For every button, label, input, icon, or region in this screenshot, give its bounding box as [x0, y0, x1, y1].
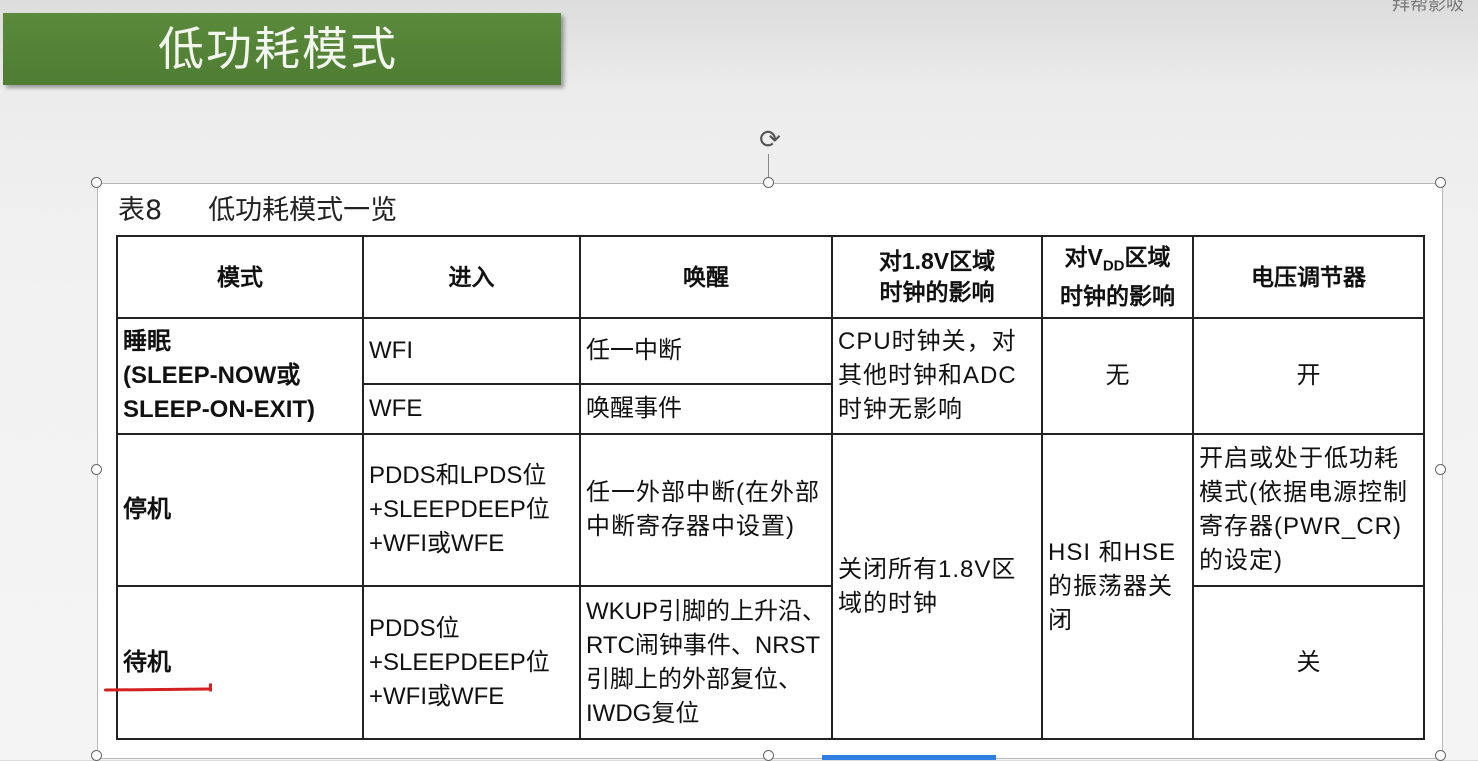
resize-handle-middle-left[interactable]	[91, 464, 102, 475]
header-vdd-line1: 对VDD区域	[1048, 242, 1187, 282]
caption-number: 表8	[118, 195, 163, 226]
sleep-mode-line3: SLEEP-ON-EXIT)	[123, 396, 316, 423]
sleep-mode-line2: (SLEEP-NOW或	[123, 362, 301, 389]
header-regulator: 电压调节器	[1192, 235, 1425, 319]
cell-stop-enter: PDDS和LPDS位+SLEEPDEEP位+WFI或WFE	[362, 433, 581, 587]
resize-handle-bottom-left[interactable]	[91, 750, 102, 761]
header-clock18-line1: 对1.8V区域	[878, 248, 996, 274]
resize-handle-top-center[interactable]	[763, 177, 774, 188]
caption-text: 低功耗模式一览	[208, 195, 398, 226]
resize-handle-bottom-right[interactable]	[1435, 750, 1446, 761]
table-row-standby: 待机 PDDS位+SLEEPDEEP位+WFI或WFE WKUP引脚的上升沿、R…	[116, 585, 1425, 740]
header-vdd-line2: 时钟的影响	[1060, 283, 1175, 310]
cell-sleep-vdd: 无	[1041, 317, 1194, 435]
cell-sleep-enter-wfi: WFI	[362, 317, 581, 385]
header-clock18: 对1.8V区域 时钟的影响	[831, 235, 1043, 319]
cell-stop-mode: 停机	[116, 433, 364, 587]
header-vdd-prefix: 对V	[1064, 243, 1103, 270]
cell-stop-standby-vdd: HSI 和HSE的振荡器关闭	[1041, 433, 1194, 740]
table-header-row: 模式 进入 唤醒 对1.8V区域 时钟的影响 对VDD区域 时钟的影响 电压调节…	[116, 235, 1425, 319]
table-row-sleep-wfi: 睡眠 (SLEEP-NOW或 SLEEP-ON-EXIT) WFI 任一中断 C…	[116, 317, 1425, 435]
cell-stop-wake: 任一外部中断(在外部中断寄存器中设置)	[579, 433, 833, 587]
header-enter: 进入	[362, 235, 581, 319]
cell-standby-wake: WKUP引脚的上升沿、RTC闹钟事件、NRST引脚上的外部复位、IWDG复位	[579, 585, 833, 740]
low-power-modes-table: 模式 进入 唤醒 对1.8V区域 时钟的影响 对VDD区域 时钟的影响 电压调节…	[116, 235, 1425, 740]
cell-standby-regulator: 关	[1192, 585, 1425, 740]
header-clock18-line2: 时钟的影响	[879, 279, 995, 305]
cell-stop-standby-clock18: 关闭所有1.8V区域的时钟	[831, 433, 1043, 740]
resize-handle-top-right[interactable]	[1435, 177, 1446, 188]
table-caption: 表8 低功耗模式一览	[118, 188, 397, 227]
table-row-stop: 停机 PDDS和LPDS位+SLEEPDEEP位+WFI或WFE 任一外部中断(…	[116, 433, 1425, 740]
cell-sleep-wake-wfi: 任一中断	[579, 317, 833, 385]
header-vdd-subscript: DD	[1102, 257, 1125, 275]
corner-text: 拜帮影吸	[1392, 0, 1464, 15]
header-vdd: 对VDD区域 时钟的影响	[1041, 235, 1194, 319]
cell-standby-mode: 待机	[116, 585, 364, 740]
cell-sleep-clock18: CPU时钟关，对其他时钟和ADC时钟无影响	[831, 317, 1043, 435]
slide-title-banner: 低功耗模式	[3, 13, 561, 85]
header-wake: 唤醒	[579, 235, 833, 319]
bottom-blue-indicator	[822, 755, 996, 760]
rotate-icon[interactable]: ⟳	[755, 125, 785, 155]
sleep-mode-line1: 睡眠	[123, 328, 171, 355]
header-vdd-suffix: 区域	[1124, 243, 1171, 270]
header-mode: 模式	[116, 235, 364, 319]
cell-stop-regulator: 开启或处于低功耗模式(依据电源控制寄存器(PWR_CR)的设定)	[1192, 433, 1425, 587]
resize-handle-top-left[interactable]	[91, 177, 102, 188]
cell-sleep-mode: 睡眠 (SLEEP-NOW或 SLEEP-ON-EXIT)	[116, 317, 364, 435]
cell-sleep-regulator: 开	[1192, 317, 1425, 435]
cell-standby-enter: PDDS位+SLEEPDEEP位+WFI或WFE	[362, 585, 581, 740]
resize-handle-bottom-center[interactable]	[763, 750, 774, 761]
cell-sleep-wake-wfe: 唤醒事件	[579, 383, 833, 435]
cell-sleep-enter-wfe: WFE	[362, 383, 581, 435]
resize-handle-middle-right[interactable]	[1435, 464, 1446, 475]
slide-title: 低功耗模式	[158, 22, 398, 76]
